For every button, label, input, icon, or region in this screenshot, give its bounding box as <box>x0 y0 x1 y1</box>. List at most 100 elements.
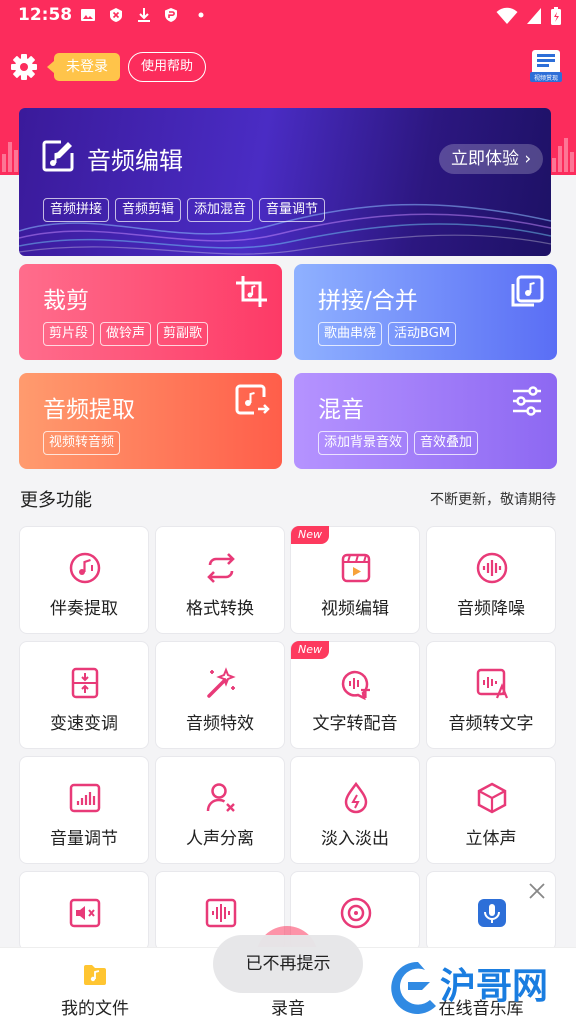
feature-label: 音频特效 <box>186 714 254 734</box>
feature-text-to-speech[interactable]: New 文字转配音 <box>290 641 420 749</box>
mixer-icon <box>513 386 541 416</box>
shield-notification-icon <box>165 8 177 22</box>
feature-label: 变速变调 <box>50 714 118 734</box>
try-now-label: 立即体验 <box>451 149 519 169</box>
feature-label: 伴奏提取 <box>50 599 118 619</box>
toast-message: 已不再提示 <box>213 935 363 993</box>
stt-icon <box>476 668 509 699</box>
tool-tag-list: 歌曲串烧 活动BGM <box>318 322 456 346</box>
tool-tag: 活动BGM <box>388 322 456 346</box>
video-edit-icon <box>341 553 371 583</box>
feature-label: 淡入淡出 <box>321 829 389 849</box>
status-bar: 12:58 <box>0 0 576 32</box>
settings-gear-icon[interactable] <box>10 53 38 81</box>
fade-icon <box>344 781 368 814</box>
tool-tag-list: 添加背景音效 音效叠加 <box>318 431 479 455</box>
volume-bars-icon <box>69 783 101 813</box>
feature-volume[interactable]: 音量调节 <box>19 756 149 864</box>
hero-tag: 音频剪辑 <box>115 198 182 222</box>
nav-label: 录音 <box>271 999 305 1019</box>
hero-tag-list: 音频拼接 音频剪辑 添加混音 音量调节 <box>43 198 326 222</box>
wifi-icon <box>496 7 518 24</box>
new-badge: New <box>291 526 329 544</box>
blocked-notification-icon <box>110 8 122 22</box>
download-notification-icon <box>138 8 150 22</box>
tool-title: 音频提取 <box>43 397 135 423</box>
feature-label: 视频编辑 <box>321 599 389 619</box>
dot-notification-icon <box>198 12 204 18</box>
stereo-cube-icon <box>477 782 507 814</box>
tool-tag-list: 视频转音频 <box>43 431 121 455</box>
feature-format-convert[interactable]: 格式转换 <box>155 526 285 634</box>
watermark-text: 沪哥网 <box>440 966 548 1007</box>
reward-icon[interactable]: 视频赏现 <box>528 48 564 84</box>
denoise-icon <box>476 552 508 584</box>
feature-label: 音频降噪 <box>457 599 525 619</box>
disc-icon <box>340 897 372 929</box>
feature-fade[interactable]: 淡入淡出 <box>290 756 420 864</box>
nav-label: 我的文件 <box>61 999 129 1019</box>
audio-edit-icon <box>42 140 74 172</box>
feature-audio-effects[interactable]: 音频特效 <box>155 641 285 749</box>
feature-label: 音频转文字 <box>448 714 534 734</box>
magic-wand-icon <box>207 667 236 698</box>
feature-label: 人声分离 <box>186 829 254 849</box>
accompaniment-icon <box>69 552 101 584</box>
tool-title: 混音 <box>318 397 364 423</box>
hero-tag: 音量调节 <box>259 198 326 222</box>
mute-icon <box>69 898 101 928</box>
nav-my-files[interactable]: 我的文件 <box>20 948 170 1024</box>
tool-card-extract[interactable]: 音频提取 视频转音频 <box>19 373 282 469</box>
convert-icon <box>207 553 235 583</box>
tool-card-mix[interactable]: 混音 添加背景音效 音效叠加 <box>294 373 557 469</box>
hero-tag: 音频拼接 <box>43 198 110 222</box>
hero-tag: 添加混音 <box>187 198 254 222</box>
tool-tag-list: 剪片段 做铃声 剪副歌 <box>43 322 209 346</box>
tool-title: 拼接/合并 <box>318 288 418 314</box>
equalizer-decoration-right <box>550 128 576 172</box>
feature-label: 文字转配音 <box>312 714 398 734</box>
battery-charging-icon <box>551 7 561 25</box>
merge-icon <box>511 275 544 307</box>
hero-title: 音频编辑 <box>87 147 183 175</box>
folder-icon <box>84 965 106 985</box>
status-time: 12:58 <box>18 5 73 25</box>
voice-app-icon <box>478 899 506 927</box>
audio-edit-hero-card[interactable]: 音频编辑 立即体验 › 音频拼接 音频剪辑 添加混音 音量调节 <box>19 108 551 256</box>
status-right <box>496 6 562 26</box>
tool-tag: 剪副歌 <box>157 322 209 346</box>
more-features-title: 更多功能 <box>20 490 92 511</box>
image-notification-icon <box>81 9 95 21</box>
tool-tag: 音效叠加 <box>414 431 479 455</box>
feature-speed-pitch[interactable]: 变速变调 <box>19 641 149 749</box>
tool-title: 裁剪 <box>43 288 89 314</box>
feature-video-edit[interactable]: New 视频编辑 <box>290 526 420 634</box>
tool-card-merge[interactable]: 拼接/合并 歌曲串烧 活动BGM <box>294 264 557 360</box>
help-button[interactable]: 使用帮助 <box>128 52 207 82</box>
speed-pitch-icon <box>71 667 99 699</box>
tool-card-cut[interactable]: 裁剪 剪片段 做铃声 剪副歌 <box>19 264 282 360</box>
new-badge: New <box>291 641 329 659</box>
tool-tag: 视频转音频 <box>43 431 121 455</box>
feature-denoise[interactable]: 音频降噪 <box>426 526 556 634</box>
feature-speech-to-text[interactable]: 音频转文字 <box>426 641 556 749</box>
feature-vocal-separation[interactable]: 人声分离 <box>155 756 285 864</box>
feature-label: 立体声 <box>465 829 517 849</box>
tool-tag: 歌曲串烧 <box>318 322 383 346</box>
crop-icon <box>236 276 267 307</box>
tool-tag: 剪片段 <box>43 322 95 346</box>
login-status-badge[interactable]: 未登录 <box>47 53 120 81</box>
close-icon[interactable] <box>528 882 546 900</box>
feature-stereo[interactable]: 立体声 <box>426 756 556 864</box>
feature-mute-partial[interactable] <box>19 871 149 951</box>
feature-accompaniment[interactable]: 伴奏提取 <box>19 526 149 634</box>
feature-label: 格式转换 <box>186 599 254 619</box>
watermark-logo: 沪哥网 <box>391 961 548 1014</box>
more-features-note: 不断更新，敬请期待 <box>430 492 556 508</box>
try-now-button[interactable]: 立即体验 › <box>439 144 544 174</box>
tts-icon <box>341 670 370 700</box>
vocal-split-icon <box>206 783 235 812</box>
extract-icon <box>235 384 270 415</box>
waveform-icon <box>205 898 237 928</box>
tool-tag: 添加背景音效 <box>318 431 409 455</box>
